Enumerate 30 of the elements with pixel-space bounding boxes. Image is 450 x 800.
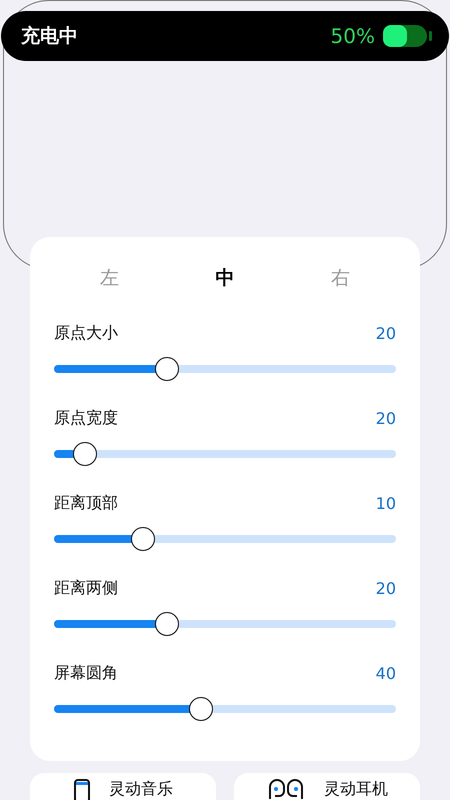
slider-value: 20 xyxy=(376,409,396,428)
slider-thumb[interactable] xyxy=(154,612,179,636)
slider-value: 20 xyxy=(376,324,396,343)
feature-label: 灵动耳机 xyxy=(324,779,388,800)
slider-thumb[interactable] xyxy=(130,527,155,551)
feature-label: 灵动音乐 xyxy=(109,779,173,800)
slider-value: 40 xyxy=(376,664,396,683)
feature-card[interactable]: 灵动耳机 xyxy=(234,773,420,800)
battery-percent: 50% xyxy=(330,24,375,48)
slider[interactable] xyxy=(54,697,396,721)
battery-icon xyxy=(383,24,433,48)
slider-label: 距离顶部 xyxy=(54,493,118,514)
slider-label: 原点大小 xyxy=(54,323,118,344)
slider-value: 20 xyxy=(376,579,396,598)
slider-thumb[interactable] xyxy=(72,442,97,466)
slider[interactable] xyxy=(54,357,396,381)
earbuds-icon xyxy=(266,779,306,800)
feature-card[interactable]: 灵动音乐 xyxy=(30,773,216,800)
slider[interactable] xyxy=(54,527,396,551)
charging-label: 充电中 xyxy=(21,24,78,49)
slider[interactable] xyxy=(54,612,396,636)
slider-thumb[interactable] xyxy=(189,697,214,721)
slider-thumb[interactable] xyxy=(154,357,179,381)
position-tab[interactable]: 中 xyxy=(206,261,244,295)
slider-value: 10 xyxy=(376,494,396,513)
slider-label: 距离两侧 xyxy=(54,578,118,599)
slider-label: 原点宽度 xyxy=(54,408,118,429)
slider-label: 屏幕圆角 xyxy=(54,663,118,684)
phone-icon xyxy=(73,779,91,800)
slider[interactable] xyxy=(54,442,396,466)
